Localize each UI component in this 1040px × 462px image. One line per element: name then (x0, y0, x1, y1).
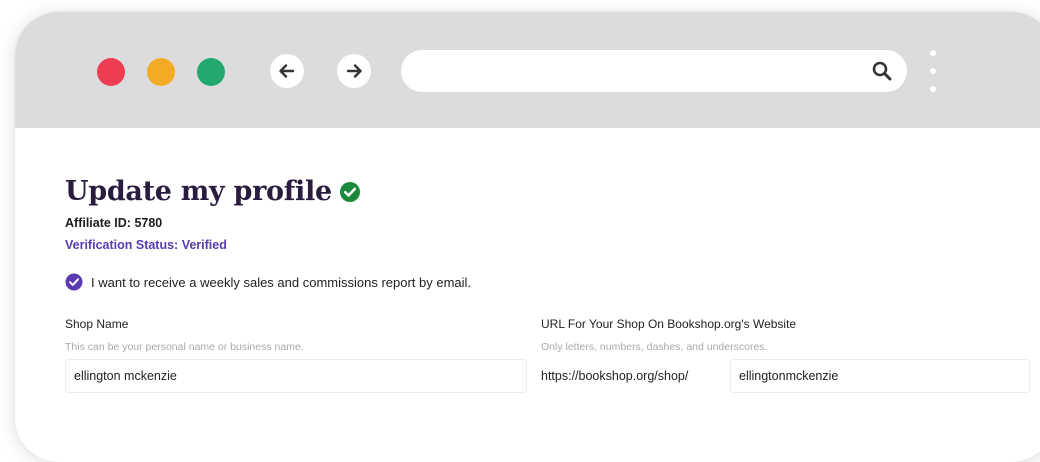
close-window-button[interactable] (97, 58, 125, 86)
search-icon[interactable] (871, 60, 893, 82)
address-input[interactable] (421, 58, 865, 86)
shop-name-input[interactable] (65, 359, 527, 393)
minimize-window-button[interactable] (147, 58, 175, 86)
verified-check-icon (339, 181, 360, 202)
shop-url-label: URL For Your Shop On Bookshop.org's Webs… (541, 317, 797, 331)
verification-status: Verification Status: Verified (65, 238, 227, 252)
forward-button[interactable] (337, 54, 371, 88)
kebab-menu-icon[interactable] (928, 48, 938, 96)
weekly-report-checkbox-row[interactable]: I want to receive a weekly sales and com… (65, 273, 471, 291)
shop-name-hint: This can be your personal name or busine… (65, 341, 304, 353)
back-button[interactable] (270, 54, 304, 88)
affiliate-id: Affiliate ID: 5780 (65, 216, 163, 230)
shop-url-input[interactable] (730, 359, 1030, 393)
shop-url-hint: Only letters, numbers, dashes, and under… (541, 341, 768, 353)
arrow-right-icon (346, 64, 362, 78)
address-bar[interactable] (401, 50, 907, 92)
browser-window: Update my profile Affiliate ID: 5780 Ver… (15, 12, 1040, 462)
arrow-left-icon (279, 64, 295, 78)
page-title-text: Update my profile (65, 176, 332, 207)
maximize-window-button[interactable] (197, 58, 225, 86)
browser-toolbar (15, 12, 1040, 128)
shop-name-label: Shop Name (65, 317, 129, 331)
weekly-report-label: I want to receive a weekly sales and com… (91, 274, 472, 290)
checkbox-checked-icon[interactable] (65, 273, 83, 291)
page-title: Update my profile (65, 176, 361, 207)
shop-url-prefix: https://bookshop.org/shop/ (541, 369, 689, 383)
profile-page: Update my profile Affiliate ID: 5780 Ver… (15, 128, 1040, 462)
